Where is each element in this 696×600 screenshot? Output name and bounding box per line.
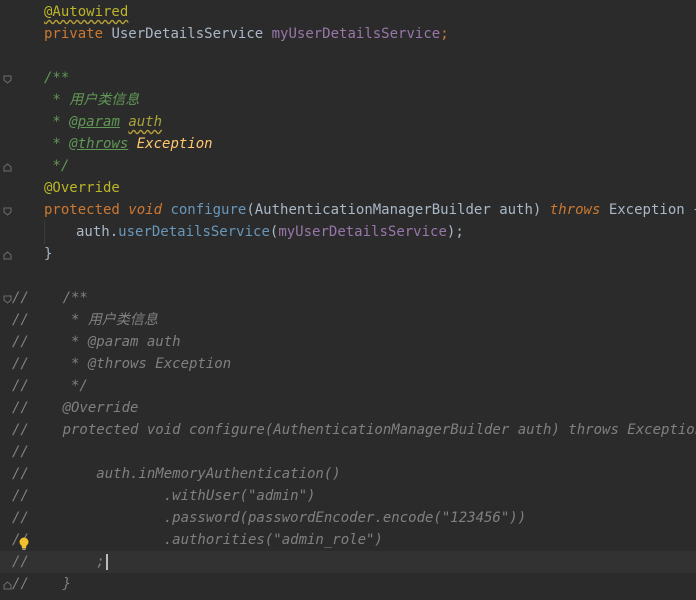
code-line[interactable]: // @Override <box>0 397 696 419</box>
code-line[interactable]: * 用户类信息 <box>0 89 696 111</box>
field-name: myUserDetailsService <box>271 26 441 42</box>
commented-line: // auth.inMemoryAuthentication() <box>12 466 341 482</box>
code-line[interactable]: // } <box>0 573 696 595</box>
javadoc-close: */ <box>44 158 70 174</box>
javadoc-open: /** <box>44 70 70 86</box>
dot: . <box>109 224 119 240</box>
code-line[interactable]: // auth.inMemoryAuthentication() <box>0 463 696 485</box>
annotation-autowired: @Autowired <box>44 4 129 20</box>
commented-line: // } <box>12 576 72 592</box>
keyword-protected: protected <box>44 202 120 218</box>
commented-line: // @Override <box>12 400 139 416</box>
commented-line: // * @throws Exception <box>12 356 232 372</box>
code-line[interactable]: // .withUser("admin") <box>0 485 696 507</box>
code-line[interactable]: // .password(passwordEncoder.encode("123… <box>0 507 696 529</box>
param-name: auth <box>499 202 533 218</box>
current-code-line[interactable]: // ; <box>0 551 696 573</box>
lightbulb-icon[interactable] <box>18 537 30 551</box>
code-line[interactable]: // */ <box>0 375 696 397</box>
commented-line: // .password(passwordEncoder.encode("123… <box>12 510 527 526</box>
javadoc-param-tag: @param <box>69 114 120 130</box>
argument: myUserDetailsService <box>278 224 447 240</box>
code-line[interactable]: @Override <box>0 177 696 199</box>
code-line[interactable]: } <box>0 243 696 265</box>
commented-line: // /** <box>12 290 88 306</box>
commented-line: // protected void configure(Authenticati… <box>12 422 696 438</box>
commented-line: // */ <box>12 378 88 394</box>
paren: ( <box>246 202 255 218</box>
method-call: userDetailsService <box>118 224 270 240</box>
code-line[interactable]: protected void configure(AuthenticationM… <box>0 199 696 221</box>
object-name: auth <box>76 224 110 240</box>
code-line[interactable]: auth.userDetailsService(myUserDetailsSer… <box>0 221 696 243</box>
code-line[interactable]: // .authorities("admin_role") <box>0 529 696 551</box>
keyword-private: private <box>44 26 104 42</box>
code-line[interactable]: /** <box>0 67 696 89</box>
code-line[interactable]: @Autowired <box>0 1 696 23</box>
javadoc-throws-tag: @throws <box>69 136 129 152</box>
text-caret <box>105 554 108 570</box>
param-type: AuthenticationManagerBuilder <box>254 202 491 218</box>
commented-line: // .withUser("admin") <box>12 488 316 504</box>
commented-line: // <box>12 444 29 460</box>
paren: ); <box>446 224 464 240</box>
code-line[interactable]: // protected void configure(Authenticati… <box>0 419 696 441</box>
javadoc-description: * 用户类信息 <box>44 92 140 108</box>
method-name: configure <box>170 202 247 218</box>
exception-type: Exception <box>608 202 685 218</box>
code-line[interactable]: // * @throws Exception <box>0 353 696 375</box>
code-line[interactable]: * @param auth <box>0 111 696 133</box>
keyword-throws: throws <box>549 202 601 218</box>
code-line[interactable]: // * 用户类信息 <box>0 309 696 331</box>
commented-line: // * @param auth <box>12 334 181 350</box>
javadoc-prefix: * <box>44 114 70 130</box>
type-name: UserDetailsService <box>111 26 264 42</box>
semicolon: ; <box>440 26 449 42</box>
code-editor[interactable]: @Autowired private UserDetailsService my… <box>0 0 696 600</box>
code-line[interactable]: // <box>0 441 696 463</box>
javadoc-space <box>128 136 136 152</box>
javadoc-exception: Exception <box>136 136 213 152</box>
closing-brace: } <box>44 246 53 262</box>
code-line[interactable]: // * @param auth <box>0 331 696 353</box>
keyword-void: void <box>128 202 163 218</box>
annotation-override: @Override <box>44 180 120 196</box>
code-line[interactable]: private UserDetailsService myUserDetails… <box>0 23 696 45</box>
javadoc-param-name: auth <box>128 114 163 130</box>
code-line[interactable]: * @throws Exception <box>0 133 696 155</box>
commented-line: // ; <box>12 554 105 570</box>
code-line[interactable]: // /** <box>0 287 696 309</box>
commented-line: // * 用户类信息 <box>12 312 158 328</box>
paren: ) <box>532 202 542 218</box>
commented-line: // .authorities("admin_role") <box>12 532 383 548</box>
code-line[interactable]: */ <box>0 155 696 177</box>
javadoc-prefix: * <box>44 136 70 152</box>
